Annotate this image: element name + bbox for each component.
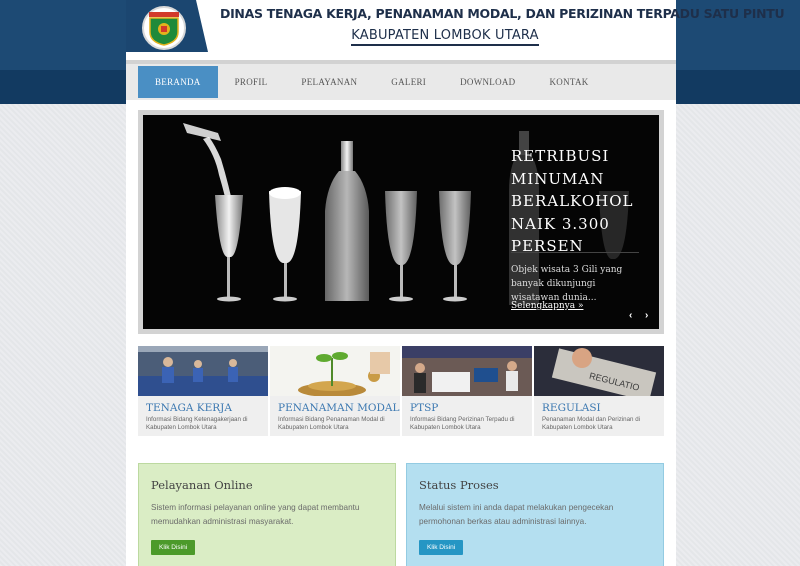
online-service-panel: Pelayanan Online Sistem informasi pelaya… bbox=[138, 463, 396, 566]
news-slider[interactable]: RETRIBUSI MINUMAN BERALKOHOL NAIK 3.300 … bbox=[143, 115, 659, 329]
service-image-penanaman-modal bbox=[270, 346, 400, 397]
status-button[interactable]: Klik Disini bbox=[419, 540, 464, 555]
service-image-regulasi: REGULATIO bbox=[534, 346, 664, 402]
nav-item-galeri[interactable]: GALERI bbox=[374, 66, 443, 98]
site-subtitle-text: KABUPATEN LOMBOK UTARA bbox=[351, 28, 539, 46]
service-cards: TENAGA KERJA Informasi Bidang Ketenagake… bbox=[138, 346, 664, 436]
slide-title[interactable]: RETRIBUSI MINUMAN BERALKOHOL NAIK 3.300 … bbox=[511, 145, 651, 258]
service-title[interactable]: TENAGA KERJA bbox=[146, 402, 232, 414]
main-navigation: BERANDA PROFIL PELAYANAN GALERI DOWNLOAD… bbox=[126, 60, 676, 100]
service-title[interactable]: REGULASI bbox=[542, 402, 601, 414]
service-title[interactable]: PTSP bbox=[410, 402, 438, 414]
nav-item-download[interactable]: DOWNLOAD bbox=[443, 66, 532, 98]
online-service-button[interactable]: Klik Disini bbox=[151, 540, 196, 555]
slider-next-icon[interactable]: › bbox=[645, 310, 648, 321]
slide-image bbox=[183, 123, 471, 302]
page-container: DINAS TENAGA KERJA, PENANAMAN MODAL, DAN… bbox=[126, 0, 785, 566]
service-title[interactable]: PENANAMAN MODAL bbox=[278, 402, 399, 414]
slide-divider bbox=[511, 252, 639, 253]
service-card-penanaman-modal[interactable]: PENANAMAN MODAL Informasi Bidang Penanam… bbox=[270, 346, 400, 436]
service-description: Informasi Bidang Perizinan Terpadu di Ka… bbox=[410, 416, 515, 431]
service-image-tenaga-kerja bbox=[138, 346, 268, 396]
nav-menu: BERANDA PROFIL PELAYANAN GALERI DOWNLOAD… bbox=[138, 66, 606, 98]
service-image-ptsp bbox=[402, 346, 532, 396]
site-header: DINAS TENAGA KERJA, PENANAMAN MODAL, DAN… bbox=[126, 0, 785, 52]
service-card-tenaga-kerja[interactable]: TENAGA KERJA Informasi Bidang Ketenagake… bbox=[138, 346, 268, 436]
regency-emblem-icon[interactable] bbox=[142, 6, 186, 50]
online-service-text: Sistem informasi pelayanan online yang d… bbox=[151, 503, 360, 526]
nav-item-profil[interactable]: PROFIL bbox=[218, 66, 285, 98]
service-card-ptsp[interactable]: PTSP Informasi Bidang Perizinan Terpadu … bbox=[402, 346, 532, 436]
slider-prev-icon[interactable]: ‹ bbox=[629, 310, 632, 321]
nav-item-pelayanan[interactable]: PELAYANAN bbox=[284, 66, 374, 98]
nav-item-kontak[interactable]: KONTAK bbox=[532, 66, 605, 98]
online-service-title: Pelayanan Online bbox=[151, 478, 253, 492]
slide-excerpt: Objek wisata 3 Gili yang banyak dikunjun… bbox=[511, 265, 623, 303]
service-description: Penanaman Modal dan Perizinan di Kabupat… bbox=[542, 416, 641, 431]
status-text: Melalui sistem ini anda dapat melakukan … bbox=[419, 503, 614, 526]
service-card-regulasi[interactable]: REGULATIO REGULASI Penanaman Modal dan P… bbox=[534, 346, 664, 436]
service-description: Informasi Bidang Ketenagakerjaan di Kabu… bbox=[146, 416, 248, 431]
service-description: Informasi Bidang Penanaman Modal di Kabu… bbox=[278, 416, 385, 431]
nav-item-beranda[interactable]: BERANDA bbox=[138, 66, 218, 98]
status-title: Status Proses bbox=[419, 478, 499, 492]
news-slider-frame: RETRIBUSI MINUMAN BERALKOHOL NAIK 3.300 … bbox=[138, 110, 664, 334]
site-subtitle: KABUPATEN LOMBOK UTARA bbox=[220, 26, 670, 46]
slide-read-more-link[interactable]: Selengkapnya » bbox=[511, 301, 583, 311]
site-title: DINAS TENAGA KERJA, PENANAMAN MODAL, DAN… bbox=[220, 6, 785, 21]
status-panel: Status Proses Melalui sistem ini anda da… bbox=[406, 463, 664, 566]
